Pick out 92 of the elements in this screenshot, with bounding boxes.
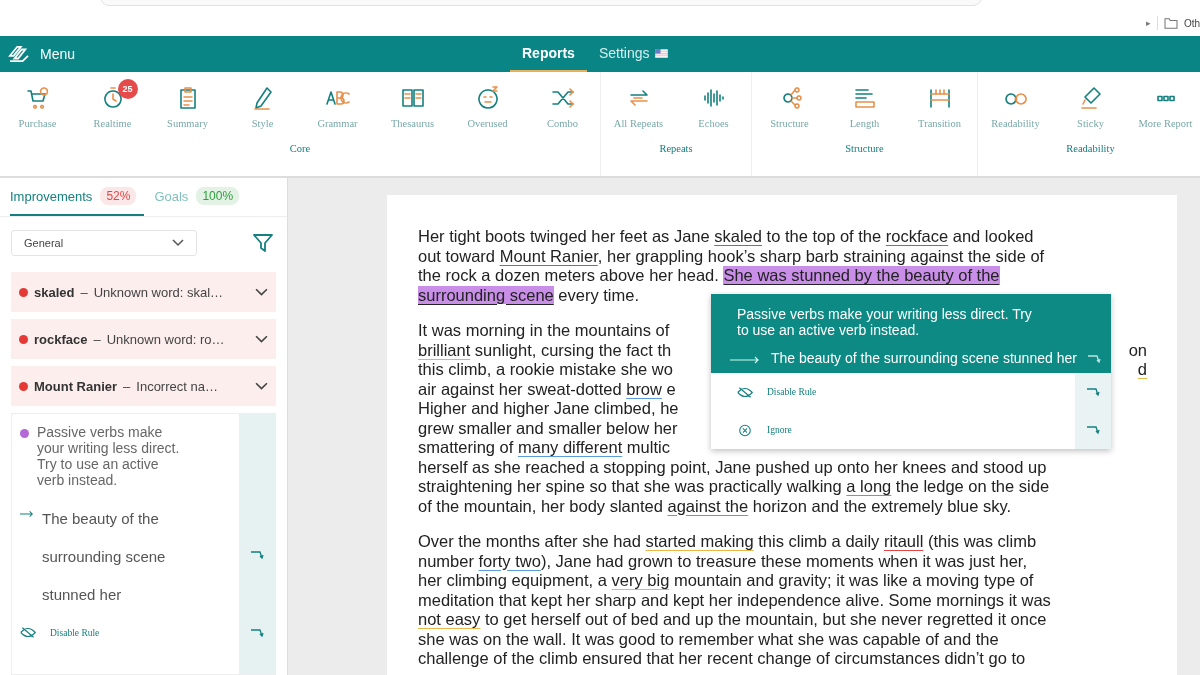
arrow-icon [729,356,761,364]
chevron-icon[interactable] [255,334,268,344]
toolbar-button[interactable]: Readability [978,82,1053,129]
disable-rule-link[interactable]: Disable Rule [50,627,100,638]
issue-word: rockface [34,331,88,347]
sidebar-tab[interactable]: Improvements 52% [10,178,145,216]
chevron-icon [172,239,184,247]
suggestion-link[interactable]: The beauty of the surrounding scene stunned her [42,500,202,614]
dash-separator: – [80,284,88,300]
text-line: smattering of many different multic [418,438,670,458]
dots-icon [1156,94,1175,102]
issue-word: skaled [34,284,75,300]
issue-message: Incorrect na… [136,378,219,394]
text-line: Higher and higher Jane climbed, he [418,399,679,419]
percent-badge: 52% [100,187,137,205]
text-line: air against her sweat-dotted brow e [418,379,676,399]
hidden-eye-icon [737,385,753,399]
issue-message: Unknown word: skal… [93,284,225,300]
nav-tab[interactable]: Settings [586,36,680,72]
toolbar-button[interactable]: Combo [525,82,600,129]
toolbar-button[interactable]: Sticky [1053,82,1128,129]
filter-icon[interactable] [253,233,273,253]
text-line: Her tight boots twinged her feet as Jane skaled to the top of the rockface and looked [418,227,1034,247]
toolbar-button[interactable]: Thesaurus [375,82,450,129]
issue-message: Passive verbs make your writing less direct. Try to use an active verb instead. [37,424,181,488]
count-badge: 25 [117,79,138,99]
hidden-eye-icon [20,626,36,639]
text-line: brilliant sunlight, cursing the fact th [418,340,672,360]
folder-icon [1163,17,1178,29]
cart-icon [24,85,51,111]
text-line: Over the months after she had started making this climb a daily ritaull (this was climb [418,532,1037,552]
turn-arrow-icon[interactable] [1086,387,1100,397]
turn-arrow-icon[interactable] [250,550,264,560]
suggestion-link[interactable]: The beauty of the surrounding scene stunned her [771,350,1077,367]
toolbar-button[interactable]: Overused [450,82,525,129]
issue-item[interactable]: skaled – Unknown word: skal… [11,272,276,312]
text-line: her climbing equipment, a very big mountain and gravity; it was like a moving type of [418,571,1034,591]
chevron-icon[interactable] [255,381,268,391]
dash-separator: – [123,378,131,394]
text-line: number forty two), Jane had grown to treasure these moments when it was just her, [418,551,1027,571]
text-line: the rock a dozen meters above her head. She was stunned by the beauty of the [418,266,1000,286]
group-label: Core [289,143,311,154]
issue-word: Mount Ranier [34,378,118,394]
text-line: out toward Mount Ranier, her grappling hook’s sharp barb straining against the side of [418,246,1045,266]
shuffle-icon [549,85,576,111]
bookmark-arrow[interactable]: ▸ [1145,18,1151,28]
text-line: grew smaller and smaller below her [418,418,678,438]
text-fragment: d [1137,360,1147,380]
issue-message: Unknown word: ro… [106,331,226,347]
toolbar-button[interactable]: Length [827,82,902,129]
toolbar-button[interactable]: All Repeats [601,82,676,129]
text-line: of the mountain, her body slanted against the horizon and the extremely blue sky. [418,496,1012,516]
toolbar-button[interactable]: Structure [752,82,827,129]
toolbar-button[interactable]: More Report [1128,82,1200,129]
group-label: Readability [1066,143,1115,154]
category-dropdown[interactable]: General [11,230,197,256]
text-line: It was morning in the mountains of [418,321,670,341]
logo-icon [8,45,30,63]
text-line: herself as she reached a stopping point, Jane pushed up onto her knees and stood up [418,457,1047,477]
group-label: Structure [845,143,884,154]
sidebar-tab[interactable]: Goals 100% [154,178,248,216]
toolbar-button[interactable]: Summary [150,82,225,129]
group-label: Repeats [659,143,693,154]
text-line: surrounding scene every time. [418,285,640,305]
toolbar-button[interactable]: Grammar [300,82,375,129]
turn-arrow-icon[interactable] [1086,425,1100,435]
text-line: challenge of the climb ensured that her recent change of circumstances didn’t go to [418,649,1026,669]
text-line: this climb, a rookie mistake she wo [418,360,673,380]
popup-message: Passive verbs make your writing less direct. Try to use an active verb instead. [737,306,1033,338]
popup-action-link[interactable]: Disable Rule [767,387,1061,397]
turn-arrow-icon[interactable] [250,628,264,638]
chevron-icon[interactable] [255,287,268,297]
popup-action-link[interactable]: Ignore [767,425,1061,435]
toolbar-button[interactable]: 25 Realtime [75,82,150,129]
issue-item[interactable]: Mount Ranier – Incorrect na… [11,366,276,406]
arrow-icon [20,510,34,518]
bookmark-link[interactable]: Oth [1183,17,1200,29]
toolbar-button[interactable]: Style [225,82,300,129]
toolbar-button[interactable]: Transition [902,82,977,129]
dash-separator: – [93,331,101,347]
close-icon [737,423,753,437]
text-line: meditation that kept her sharp and kept her independence alive. Some mornings it was [418,590,1051,610]
text-line: straightening her spine so that she was practically walking a long the ledge on the side [418,477,1050,497]
text-fragment: on [1128,340,1147,360]
text-line: she was on the wall. It was good to remember what she was capable of and the [418,629,999,649]
issue-item[interactable]: rockface – Unknown word: ro… [11,319,276,359]
toolbar-button[interactable]: Echoes [676,82,751,129]
text-line: not easy to get herself out of bed and up the mountain, but she never regretted it once [418,610,1047,630]
toolbar-button[interactable]: Purchase [0,82,75,129]
nav-tab[interactable]: Reports [510,36,587,72]
percent-badge: 100% [196,187,240,205]
menu-button[interactable]: Menu [40,46,76,62]
